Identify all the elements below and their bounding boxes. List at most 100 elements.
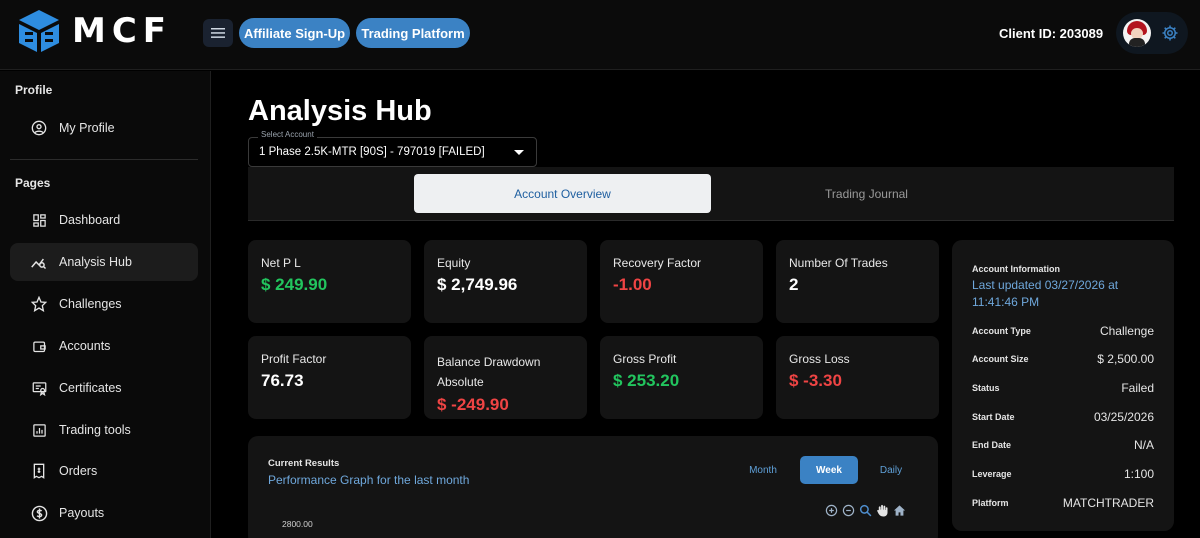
info-row-leverage: Leverage 1:100 [972, 466, 1154, 482]
account-information-panel: Account Information Last updated 03/27/2… [952, 240, 1174, 531]
last-updated-text: Last updated 03/27/2026 at 11:41:46 PM [972, 278, 1119, 309]
zoom-in-icon[interactable] [824, 503, 838, 517]
stat-label: Recovery Factor [613, 256, 702, 270]
client-id: Client ID: 203089 [999, 26, 1104, 41]
account-select-label: Select Account [258, 130, 317, 139]
account-select[interactable]: 1 Phase 2.5K-MTR [90S] - 797019 [FAILED] [248, 137, 537, 167]
user-menu[interactable] [1116, 12, 1188, 54]
page-title: Analysis Hub [248, 95, 432, 127]
info-value: Failed [1121, 381, 1154, 395]
affiliate-signup-button[interactable]: Affiliate Sign-Up [239, 18, 350, 48]
stat-value: $ -3.30 [789, 371, 842, 390]
stat-label: Gross Profit [613, 352, 677, 366]
wallet-icon [30, 337, 48, 355]
trading-platform-button[interactable]: Trading Platform [356, 18, 470, 48]
info-value: 03/25/2026 [1093, 410, 1154, 424]
stat-label: Gross Loss [789, 352, 850, 366]
stat-label: Profit Factor [261, 352, 327, 366]
sidebar-divider [10, 159, 198, 160]
stat-value: $ 253.20 [613, 371, 680, 390]
menu-toggle-button[interactable] [203, 19, 233, 47]
stat-card-gross-loss: Gross Loss $ -3.30 [776, 336, 939, 419]
info-row-start-date: Start Date 03/25/2026 [972, 409, 1154, 425]
info-row-status: Status Failed [972, 380, 1154, 396]
sidebar-item-label: My Profile [59, 121, 115, 135]
avatar[interactable] [1123, 19, 1151, 47]
sidebar-item-label: Accounts [59, 339, 111, 353]
logo[interactable]: MCF [16, 8, 172, 54]
info-key: Start Date [972, 412, 1015, 422]
magnifier-icon[interactable] [858, 503, 872, 517]
chart-toolbar [824, 503, 906, 517]
range-week-button[interactable]: Week [800, 456, 858, 484]
pan-hand-icon[interactable] [875, 503, 889, 517]
sidebar-item-certificates[interactable]: Certificates [10, 369, 198, 407]
user-circle-icon [30, 119, 48, 137]
stat-value: 76.73 [261, 371, 304, 390]
sidebar-item-label: Analysis Hub [59, 255, 132, 269]
certificate-icon [30, 379, 48, 397]
home-icon[interactable] [892, 503, 906, 517]
info-key: Platform [972, 498, 1009, 508]
stat-card-balance-drawdown: Balance Drawdown Absolute $ -249.90 [424, 336, 587, 419]
stat-card-recovery-factor: Recovery Factor -1.00 [600, 240, 763, 323]
stat-value: $ 2,749.96 [437, 275, 518, 294]
stat-value: $ 249.90 [261, 275, 328, 294]
stat-card-profit-factor: Profit Factor 76.73 [248, 336, 411, 419]
current-results-subtitle: Performance Graph for the last month [268, 473, 470, 487]
info-key: Account Size [972, 354, 1029, 364]
info-row-platform: Platform MATCHTRADER [972, 495, 1154, 511]
sidebar: Profile My Profile Pages Dashboard Analy… [0, 71, 211, 538]
info-row-account-size: Account Size $ 2,500.00 [972, 351, 1154, 367]
info-value: 1:100 [1123, 467, 1154, 481]
info-key: Status [972, 383, 1000, 393]
sidebar-item-orders[interactable]: Orders [10, 452, 198, 490]
sidebar-item-my-profile[interactable]: My Profile [10, 109, 198, 147]
logo-text: MCF [72, 11, 173, 51]
account-information-title: Account Information [972, 264, 1060, 274]
info-value: N/A [1133, 438, 1154, 452]
info-value: Challenge [1099, 324, 1154, 338]
sidebar-item-dashboard[interactable]: Dashboard [10, 201, 198, 239]
stat-card-net-pl: Net P L $ 249.90 [248, 240, 411, 323]
current-results-card: Current Results Performance Graph for th… [248, 436, 938, 538]
sidebar-item-label: Dashboard [59, 213, 121, 227]
sidebar-item-challenges[interactable]: Challenges [10, 285, 198, 323]
range-daily-button[interactable]: Daily [870, 456, 912, 484]
account-select-value: 1 Phase 2.5K-MTR [90S] - 797019 [FAILED] [259, 146, 485, 158]
sidebar-item-label: Trading tools [59, 423, 131, 437]
stat-label: Balance Drawdown Absolute [437, 355, 541, 389]
sidebar-item-trading-tools[interactable]: Trading tools [10, 411, 198, 449]
stat-label: Number Of Trades [789, 256, 888, 270]
sidebar-item-payouts[interactable]: Payouts [10, 494, 198, 532]
current-results-title: Current Results [268, 458, 340, 469]
range-month-button[interactable]: Month [741, 456, 785, 484]
tab-account-overview[interactable]: Account Overview [414, 174, 711, 213]
stat-label: Net P L [261, 256, 301, 270]
stat-value: $ -249.90 [437, 395, 509, 414]
stat-card-number-of-trades: Number Of Trades 2 [776, 240, 939, 323]
sidebar-item-label: Challenges [59, 297, 122, 311]
stat-value: 2 [789, 275, 799, 294]
bar-chart-icon [30, 421, 48, 439]
sidebar-item-label: Certificates [59, 381, 122, 395]
dollar-icon [30, 504, 48, 522]
sidebar-item-analysis-hub[interactable]: Analysis Hub [10, 243, 198, 281]
stat-card-gross-profit: Gross Profit $ 253.20 [600, 336, 763, 419]
info-row-end-date: End Date N/A [972, 437, 1154, 453]
sidebar-section-profile: Profile [15, 83, 53, 97]
logo-mark-icon [19, 10, 59, 52]
hamburger-icon [211, 28, 225, 38]
gear-icon[interactable] [1161, 24, 1179, 42]
tab-trading-journal[interactable]: Trading Journal [718, 174, 1015, 213]
zoom-out-icon[interactable] [841, 503, 855, 517]
tab-bar: Account Overview Trading Journal [248, 167, 1174, 221]
info-value: $ 2,500.00 [1097, 352, 1154, 366]
sidebar-item-label: Payouts [59, 506, 105, 520]
info-key: End Date [972, 440, 1012, 450]
sidebar-item-accounts[interactable]: Accounts [10, 327, 198, 365]
stat-card-equity: Equity $ 2,749.96 [424, 240, 587, 323]
info-value: MATCHTRADER [1062, 496, 1154, 510]
info-key: Account Type [972, 326, 1031, 336]
sidebar-item-label: Orders [59, 464, 98, 478]
